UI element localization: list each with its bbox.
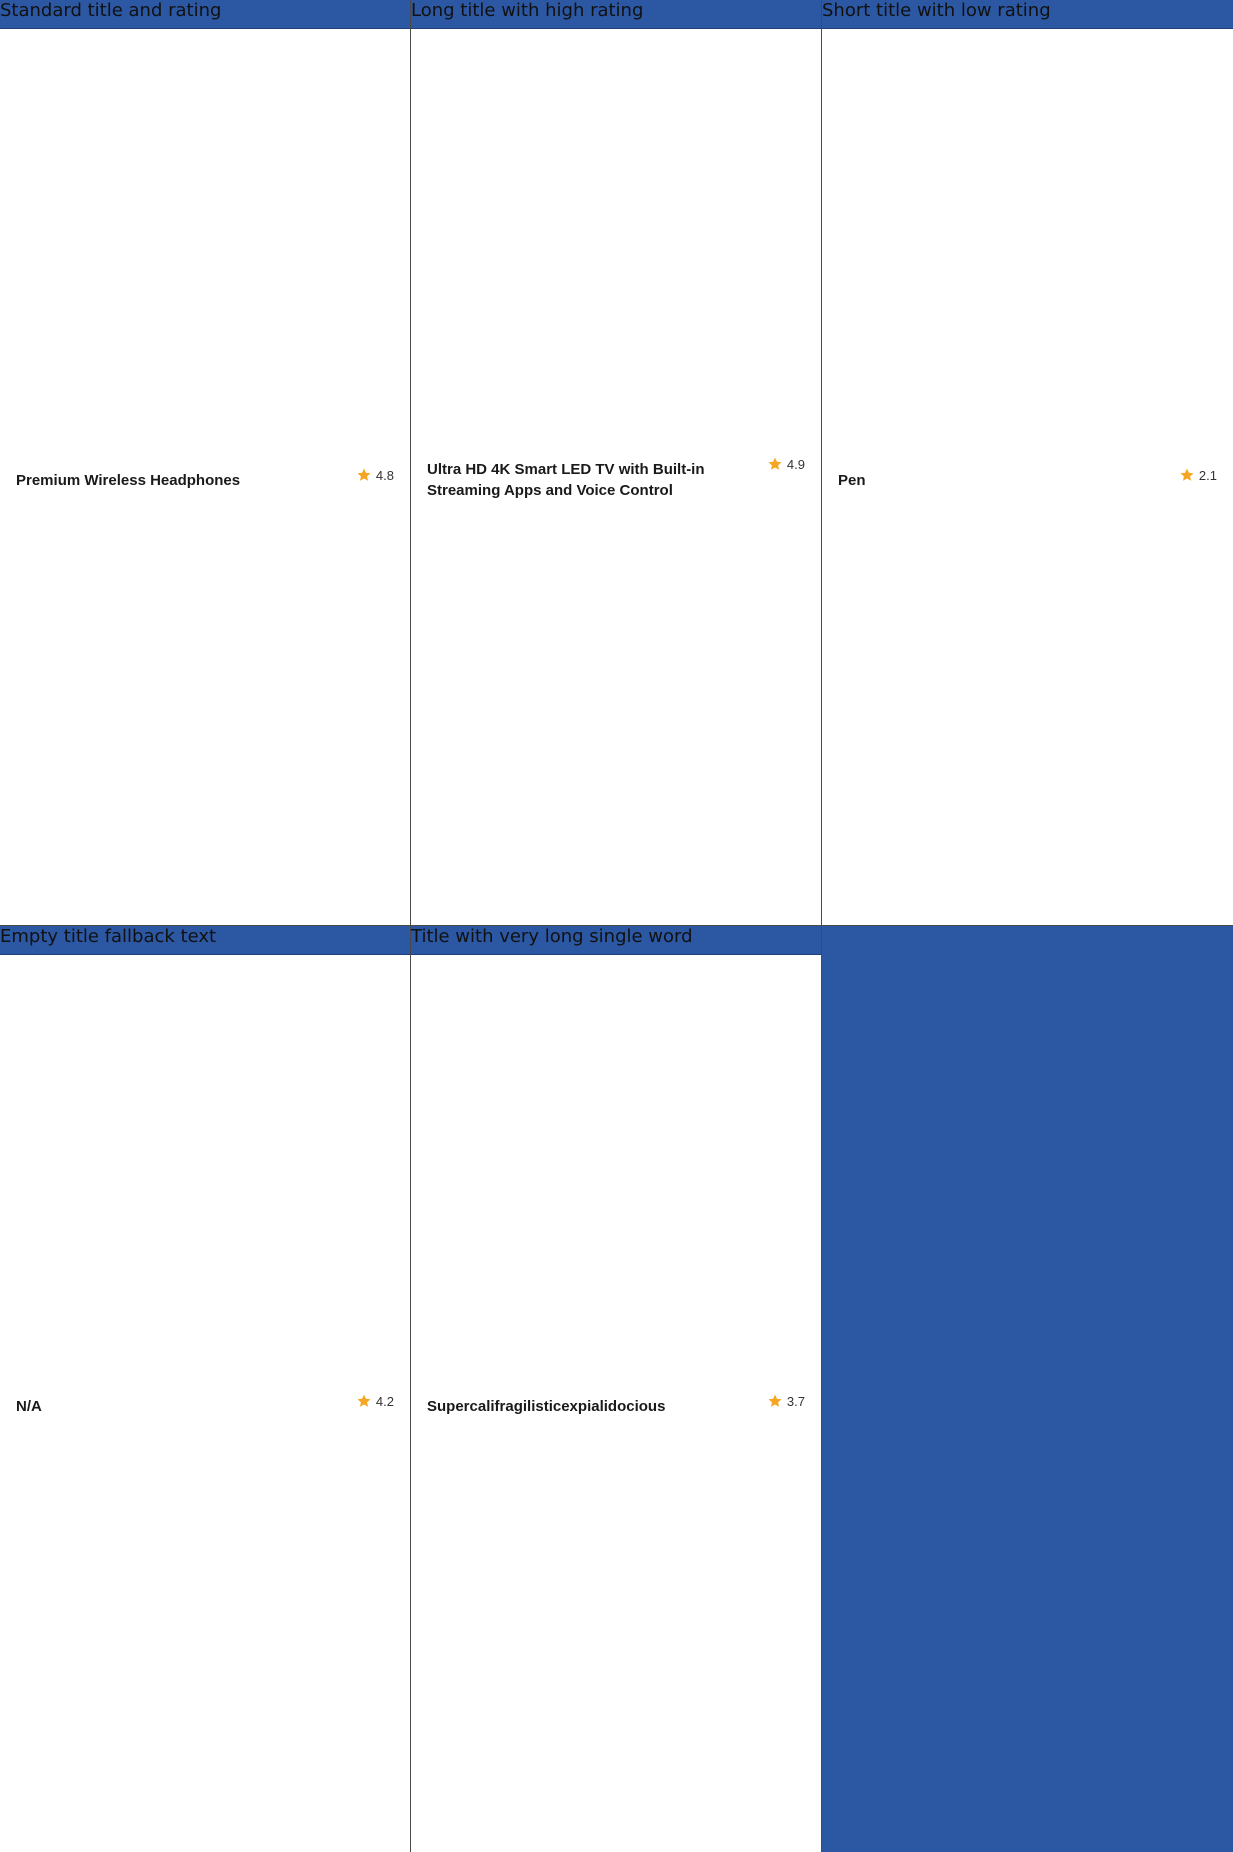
product-title: N/A [16,1398,42,1415]
product-card[interactable]: Supercalifragilisticexpialidocious 3.7 [427,1393,805,1417]
rating-value: 4.9 [786,456,805,472]
product-title: Supercalifragilisticexpialidocious [427,1398,666,1415]
story-header: Empty title fallback text [0,926,410,955]
star-icon [1180,468,1194,481]
product-card[interactable]: Pen 2.1 [838,467,1217,491]
rating-badge: 4.9 [767,456,805,472]
rating-value: 3.7 [786,1393,805,1409]
rating-badge: 4.2 [356,1393,394,1409]
story-cell-long-title: Long title with high rating Ultra HD 4K … [411,0,822,926]
star-icon [768,1394,782,1407]
product-card[interactable]: Ultra HD 4K Smart LED TV with Built-in S… [427,456,805,501]
story-header: Title with very long single word [411,926,821,955]
star-icon [768,457,782,470]
rating-value: 4.8 [375,467,394,483]
product-card[interactable]: N/A 4.2 [16,1393,394,1417]
story-cell-short-title: Short title with low rating Pen 2.1 [822,0,1233,926]
story-cell-long-word: Title with very long single word Superca… [411,926,822,1852]
star-icon [357,1394,371,1407]
rating-badge: 4.8 [356,467,394,483]
story-cell-standard: Standard title and rating Premium Wirele… [0,0,411,926]
story-header: Long title with high rating [411,0,821,29]
star-icon [357,468,371,481]
empty-cell [822,926,1233,1852]
product-title: Pen [838,472,866,489]
rating-value: 4.2 [375,1393,394,1409]
product-title: Premium Wireless Headphones [16,472,241,489]
story-cell-empty-title: Empty title fallback text N/A 4.2 [0,926,411,1852]
rating-badge: 3.7 [767,1393,805,1409]
product-card[interactable]: Premium Wireless Headphones 4.8 [16,467,394,491]
rating-badge: 2.1 [1179,467,1217,483]
story-header: Standard title and rating [0,0,410,29]
story-header: Short title with low rating [822,0,1233,29]
product-title: Ultra HD 4K Smart LED TV with Built-in S… [427,461,705,499]
story-grid: Standard title and rating Premium Wirele… [0,0,1233,1852]
rating-value: 2.1 [1198,467,1217,483]
